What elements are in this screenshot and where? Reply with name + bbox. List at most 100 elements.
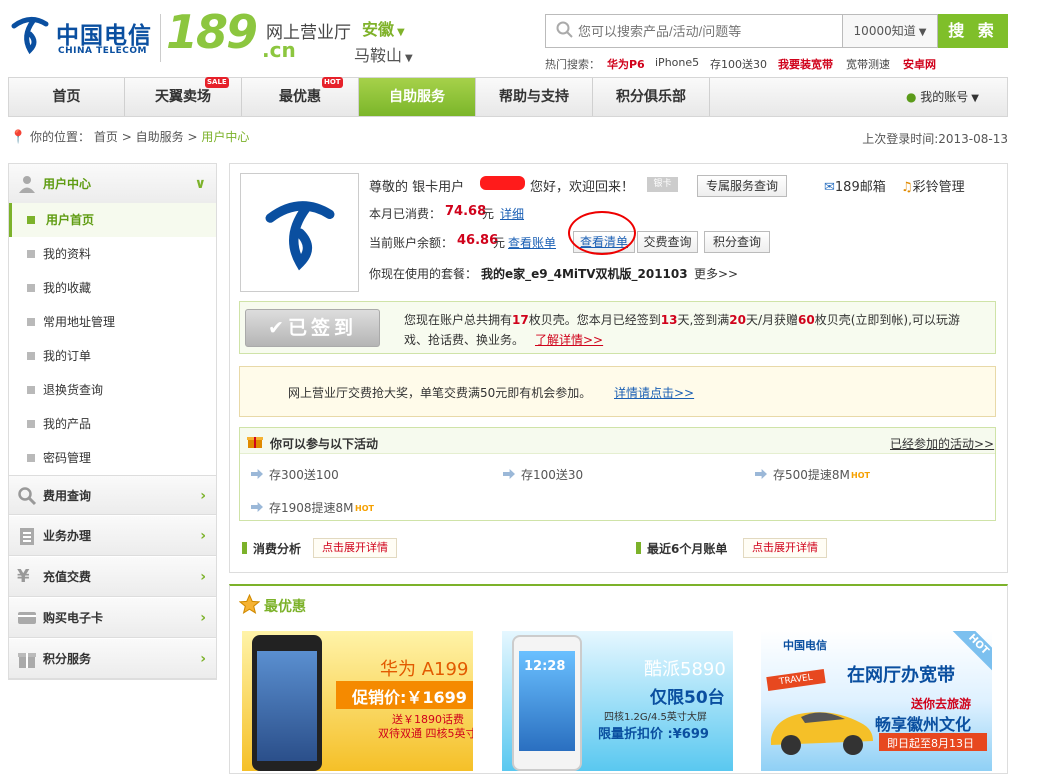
- spent-value: 74.68: [445, 204, 487, 219]
- breadcrumb-sep: >: [121, 130, 132, 144]
- sidebar-section-recharge[interactable]: ¥ 充值交费 ›: [9, 557, 216, 597]
- activity-link[interactable]: 存500提速8M: [773, 466, 850, 483]
- sidebar-section-business[interactable]: 业务办理 ›: [9, 516, 216, 556]
- search-input[interactable]: [578, 15, 840, 47]
- signin-text: 天/月获赠: [745, 313, 799, 327]
- balance-label: 当前账户余额：: [369, 236, 454, 250]
- activity-link[interactable]: 存1908提速8M: [269, 499, 354, 516]
- breadcrumb-self-service[interactable]: 自助服务: [136, 130, 184, 144]
- zhidao-dropdown[interactable]: 10000知道 ▼: [842, 14, 938, 48]
- signin-text: 天,签到满: [677, 313, 730, 327]
- breadcrumb-home[interactable]: 首页: [94, 130, 118, 144]
- sidebar-item-my-profile[interactable]: 我的资料: [9, 237, 216, 271]
- logo-189[interactable]: 189: [166, 6, 258, 58]
- signin-text: 枚贝壳(立即到帐),可以玩游: [814, 313, 960, 327]
- nav-item-deals[interactable]: 最优惠 HOT: [242, 77, 359, 116]
- signin-text: 您现在账户总共拥有: [404, 313, 513, 327]
- nav-item-home[interactable]: 首页: [9, 78, 125, 116]
- expand-bills-button[interactable]: 点击展开详情: [743, 538, 827, 558]
- phone-image: [252, 635, 322, 771]
- deal-card-broadband[interactable]: 中国电信 HOT 在网厅办宽带 TRAVEL 送你去旅游 畅享徽州文化 即日起至…: [761, 631, 992, 771]
- hot-search-link[interactable]: 安卓网: [903, 56, 936, 72]
- signin-detail-link[interactable]: 了解详情>>: [535, 331, 603, 348]
- sidebar-head-user-center[interactable]: 用户中心 ∨: [9, 164, 216, 204]
- pay-query-button[interactable]: 交费查询: [637, 231, 698, 253]
- consume-analysis-label: 消费分析: [253, 542, 302, 556]
- signed-in-label: 已签到: [287, 317, 357, 339]
- chevron-right-icon: ›: [200, 569, 206, 585]
- chevron-down-icon: ▼: [405, 53, 413, 64]
- green-bar-marker: [242, 542, 247, 554]
- deal-card-coolpad[interactable]: 12:28 酷派5890 仅限50台 四核1.2G/4.5英寸大屏 限量折扣价 …: [502, 631, 733, 771]
- last-login-time: 上次登录时间:2013-08-13: [862, 132, 1008, 146]
- sidebar-head-label: 用户中心: [43, 177, 92, 191]
- joined-activities-link[interactable]: 已经参加的活动>>: [890, 435, 994, 452]
- nav-item-mall[interactable]: 天翼卖场 SALE: [125, 77, 242, 116]
- user-icon: [19, 176, 35, 193]
- sidebar-item-favorites[interactable]: 我的收藏: [9, 271, 216, 305]
- hot-search-link[interactable]: iPhone5: [655, 56, 699, 69]
- activity-link[interactable]: 存300送100: [269, 466, 339, 483]
- sidebar-section-fee-query[interactable]: 费用查询 ›: [9, 475, 216, 515]
- activity-link[interactable]: 存100送30: [521, 466, 583, 483]
- activities-title: 你可以参与以下活动: [270, 437, 379, 451]
- hot-search-link[interactable]: 华为P6: [607, 56, 645, 72]
- signin-text-line2: 戏、抢话费、换业务。: [404, 333, 525, 347]
- sidebar-section-points[interactable]: 积分服务 ›: [9, 639, 216, 679]
- nav-item-self-service[interactable]: 自助服务: [359, 78, 476, 116]
- nav-label: 首页: [52, 89, 81, 105]
- hot-search-link[interactable]: 我要装宽带: [778, 56, 833, 72]
- balance-value: 46.86: [457, 233, 499, 248]
- chevron-right-icon: ›: [200, 651, 206, 667]
- deal-price: 促销价:￥1699: [352, 688, 467, 707]
- nav-label: 最优惠: [279, 89, 321, 105]
- chevron-right-icon: ›: [200, 488, 206, 504]
- deal-limit: 仅限50台: [650, 688, 725, 708]
- signed-in-button[interactable]: ✔已签到: [245, 309, 380, 347]
- shell-count: 17: [512, 313, 529, 327]
- sidebar-item-password[interactable]: 密码管理: [9, 441, 216, 475]
- nav-item-help[interactable]: 帮助与支持: [476, 78, 593, 116]
- logo-chinese-text: 中国电信: [56, 23, 152, 49]
- plan-name: 我的e家_e9_4MiTV双机版_201103: [481, 267, 688, 281]
- city-selector[interactable]: 马鞍山 ▼: [354, 42, 413, 66]
- chevron-right-icon: ›: [200, 610, 206, 626]
- account-menu[interactable]: ● 我的账号 ▼: [906, 88, 979, 105]
- spent-detail-link[interactable]: 详细: [500, 205, 524, 222]
- view-bill-link[interactable]: 查看账单: [508, 234, 556, 251]
- exclusive-service-button[interactable]: 专属服务查询: [697, 175, 787, 197]
- chevron-down-icon: ▼: [971, 93, 979, 104]
- user-icon: ●: [905, 90, 917, 104]
- green-bar-marker: [636, 542, 641, 554]
- signin-text-line1: 您现在账户总共拥有17枚贝壳。您本月已经签到13天,签到满20天/月获赠60枚贝…: [404, 311, 960, 328]
- chevron-down-icon: ∨: [194, 176, 206, 192]
- spent-label: 本月已消费：: [369, 207, 442, 221]
- hot-search-link[interactable]: 存100送30: [710, 56, 767, 72]
- promo-link[interactable]: 详情请点击>>: [614, 384, 694, 401]
- zhidao-label: 10000知道: [853, 24, 916, 38]
- sidebar-section-ecard[interactable]: 购买电子卡 ›: [9, 598, 216, 638]
- china-telecom-logo-icon: [265, 201, 335, 271]
- sidebar-item-products[interactable]: 我的产品: [9, 407, 216, 441]
- province-selector[interactable]: 安徽 ▼: [362, 16, 405, 40]
- sidebar-item-orders[interactable]: 我的订单: [9, 339, 216, 373]
- plan-more-link[interactable]: 更多>>: [694, 265, 738, 282]
- mail-link[interactable]: ✉189邮箱: [824, 176, 886, 195]
- logo-english-text: CHINA TELECOM: [58, 46, 147, 56]
- greeting-prefix: 尊敬的 银卡用户: [369, 180, 465, 195]
- china-telecom-logo-icon[interactable]: [8, 12, 52, 56]
- deal-card-huawei[interactable]: 华为 A199 促销价:￥1699 送￥1890话费 双待双通 四核5英寸: [242, 631, 473, 771]
- required-days: 20: [729, 313, 746, 327]
- sidebar-item-user-home[interactable]: 用户首页: [9, 203, 216, 237]
- points-query-button[interactable]: 积分查询: [704, 231, 770, 253]
- sidebar-item-returns[interactable]: 退换货查询: [9, 373, 216, 407]
- gift-icon: [18, 653, 36, 668]
- hot-search-link[interactable]: 宽带测速: [846, 56, 890, 72]
- expand-consume-button[interactable]: 点击展开详情: [313, 538, 397, 558]
- nav-item-points-club[interactable]: 积分俱乐部: [593, 78, 710, 116]
- deal-name: 华为 A199: [380, 659, 469, 680]
- search-button[interactable]: 搜 索: [938, 14, 1008, 48]
- ring-link[interactable]: ♫彩铃管理: [901, 176, 965, 195]
- yuan-icon: ¥: [17, 566, 30, 587]
- sidebar-item-addresses[interactable]: 常用地址管理: [9, 305, 216, 339]
